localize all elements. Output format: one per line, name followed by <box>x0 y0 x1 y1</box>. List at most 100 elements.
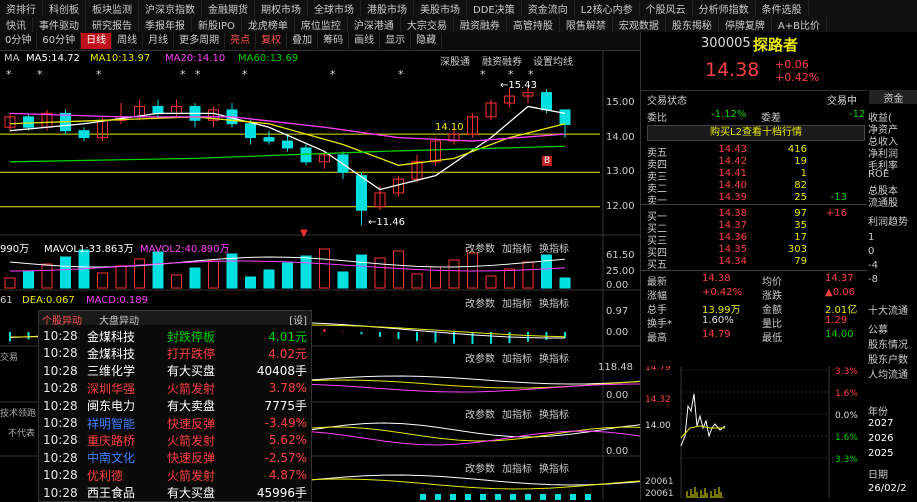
menu-item[interactable]: 全球市场 <box>308 0 361 16</box>
stat-row: 涨幅 +0.42% 涨跌 ▲0.06 <box>647 287 867 302</box>
pane4-change-param-button[interactable]: 改参数 <box>465 406 495 421</box>
toolbar-button[interactable]: 显示 <box>380 33 412 49</box>
menu-item[interactable]: 个股风云 <box>640 0 693 16</box>
toolbar-button[interactable]: 0分钟 <box>0 33 38 49</box>
menu-item[interactable]: 研究报告 <box>86 16 139 32</box>
alert-stock: 三维化学 <box>87 364 136 379</box>
menu-item[interactable]: 事件驱动 <box>33 16 86 32</box>
menu-item[interactable]: L2核心内参 <box>575 0 640 16</box>
pane3-add-indicator-button[interactable]: 加指标 <box>502 350 532 365</box>
toolbar-button[interactable]: 更多周期 <box>174 33 226 49</box>
menu-item[interactable]: 季报年报 <box>139 16 192 32</box>
menu-item[interactable]: 沪深港通 <box>348 16 401 32</box>
menu-item[interactable]: 新股IPO <box>192 16 242 32</box>
pane5-switch-indicator-button[interactable]: 换指标 <box>539 460 569 475</box>
intraday-mini-chart[interactable]: 14.79 14.32 14.00 20061 20061 3.3% 1.6% 0.0% 1.6… <box>645 366 867 498</box>
alert-time: 10:28 <box>43 381 78 396</box>
menu-item[interactable]: 融资融券 <box>454 16 507 32</box>
menu-item[interactable]: 宏观数据 <box>613 16 666 32</box>
menu-item[interactable]: 分析师指数 <box>693 0 756 16</box>
bottom-bar <box>420 494 426 500</box>
pane5-change-param-button[interactable]: 改参数 <box>465 460 495 475</box>
deep-connect-button[interactable]: 深股通 <box>440 53 470 68</box>
pane3-switch-indicator-button[interactable]: 换指标 <box>539 350 569 365</box>
menu-item[interactable]: 席位监控 <box>295 16 348 32</box>
alert-value: 4.01元 <box>268 329 307 344</box>
macd-add-indicator-button[interactable]: 加指标 <box>502 295 532 310</box>
menu-item[interactable]: 金融期货 <box>202 0 255 16</box>
menu-item[interactable]: 美股市场 <box>414 0 467 16</box>
book-v: 35 <box>794 220 807 231</box>
menu-item[interactable]: 大宗交易 <box>401 16 454 32</box>
alert-row[interactable]: 10:28 西王食品 有大买盘 45996手 <box>43 484 307 502</box>
book-v: 19 <box>794 156 807 167</box>
pane4-add-indicator-button[interactable]: 加指标 <box>502 406 532 421</box>
pane3-change-param-button[interactable]: 改参数 <box>465 350 495 365</box>
toolbar-button[interactable]: 周线 <box>112 33 144 49</box>
toolbar-button[interactable]: 亮点 <box>225 33 257 49</box>
toolbar-button[interactable]: 筹码 <box>318 33 350 49</box>
menu-item[interactable]: DDE决策 <box>467 0 522 16</box>
pane5-add-indicator-button[interactable]: 加指标 <box>502 460 532 475</box>
alert-row[interactable]: 10:28 深圳华强 火箭发射 3.78% <box>43 379 307 397</box>
alert-row[interactable]: 10:28 优利德 火箭发射 4.87% <box>43 466 307 484</box>
book-n: 卖三 <box>647 172 667 183</box>
menu-item[interactable]: 沪深京指数 <box>139 0 202 16</box>
alert-popup[interactable]: 个股异动 大盘异动 [设] 10:28 金煤科技 封跌停板 4.01元 10:28 金煤科… <box>38 310 312 502</box>
ma-setting-button[interactable]: 设置均线 <box>533 53 573 68</box>
vol-change-param-button[interactable]: 改参数 <box>465 240 495 255</box>
stat-row: 换手* 1.60% 量比 1.29 <box>647 315 867 330</box>
menu-item[interactable]: 停牌复牌 <box>719 16 772 32</box>
toolbar-button[interactable]: 复权 <box>256 33 288 49</box>
menu-item[interactable]: 科创板 <box>43 0 86 16</box>
volume-bar <box>356 254 367 289</box>
alert-row[interactable]: 10:28 中南文化 快速反弹 -2.57% <box>43 449 307 467</box>
alert-row[interactable]: 10:28 闽东电力 有大卖盘 7775手 <box>43 397 307 415</box>
toolbar-button[interactable]: 画线 <box>349 33 381 49</box>
alert-row[interactable]: 10:28 祥明智能 快速反弹 -3.49% <box>43 414 307 432</box>
menu-item[interactable]: 快讯 <box>0 16 33 32</box>
toolbar-button[interactable]: 60分钟 <box>37 33 82 49</box>
vol-add-indicator-button[interactable]: 加指标 <box>502 240 532 255</box>
pane4-switch-indicator-button[interactable]: 换指标 <box>539 406 569 421</box>
menu-item[interactable]: 高管持股 <box>507 16 560 32</box>
alert-setting-button[interactable]: [设] <box>289 312 307 327</box>
volume-bar <box>282 262 293 289</box>
stat-cell: 2.01亿 <box>825 305 858 316</box>
toolbar-button[interactable]: 叠加 <box>287 33 319 49</box>
tab-stock-alerts[interactable]: 个股异动 <box>42 312 82 327</box>
alert-row[interactable]: 10:28 三维化学 有大买盘 40408手 <box>43 362 307 380</box>
menu-item[interactable]: 股东揭秘 <box>666 16 719 32</box>
menu-item[interactable]: 板块监测 <box>86 0 139 16</box>
macd-switch-indicator-button[interactable]: 换指标 <box>539 295 569 310</box>
margin-button[interactable]: 融资融券 <box>482 53 522 68</box>
macd-change-param-button[interactable]: 改参数 <box>465 295 495 310</box>
indicator-line <box>309 426 640 442</box>
alert-row[interactable]: 10:28 金煤科技 打开跌停 4.02元 <box>43 344 307 362</box>
mini-axis-label: 14.00 <box>645 421 671 431</box>
toolbar-button[interactable]: 日线 <box>81 33 113 49</box>
alert-row[interactable]: 10:28 重庆路桥 火箭发射 5.62% <box>43 431 307 449</box>
tab-market-alerts[interactable]: 大盘异动 <box>99 312 139 327</box>
stat-cell: +0.42% <box>702 287 743 298</box>
menu-item[interactable]: 条件选股 <box>756 0 809 16</box>
bottom-bar <box>555 494 561 500</box>
buy-l2-button[interactable]: 购买L2查看十档行情 <box>647 125 865 141</box>
menu-item[interactable]: A+B比价 <box>772 16 827 32</box>
mini-axis-label: 14.32 <box>645 395 671 405</box>
menu-item[interactable]: 龙虎榜单 <box>242 16 295 32</box>
menu-item[interactable]: 港股市场 <box>361 0 414 16</box>
alert-time: 10:28 <box>43 468 78 483</box>
toolbar-button[interactable]: 隐藏 <box>411 33 443 49</box>
vol-switch-indicator-button[interactable]: 换指标 <box>539 240 569 255</box>
menu-item[interactable]: 资排行 <box>0 0 43 16</box>
fund-tab[interactable]: 资金 <box>869 90 917 105</box>
alert-value: 4.02元 <box>268 346 307 361</box>
stat-cell: 14.37 <box>825 273 854 284</box>
volume-bar <box>226 253 238 289</box>
menu-item[interactable]: 资金流向 <box>522 0 575 16</box>
alert-row[interactable]: 10:28 金煤科技 封跌停板 4.01元 <box>43 327 307 345</box>
menu-item[interactable]: 期权市场 <box>255 0 308 16</box>
menu-item[interactable]: 限售解禁 <box>560 16 613 32</box>
toolbar-button[interactable]: 月线 <box>143 33 175 49</box>
